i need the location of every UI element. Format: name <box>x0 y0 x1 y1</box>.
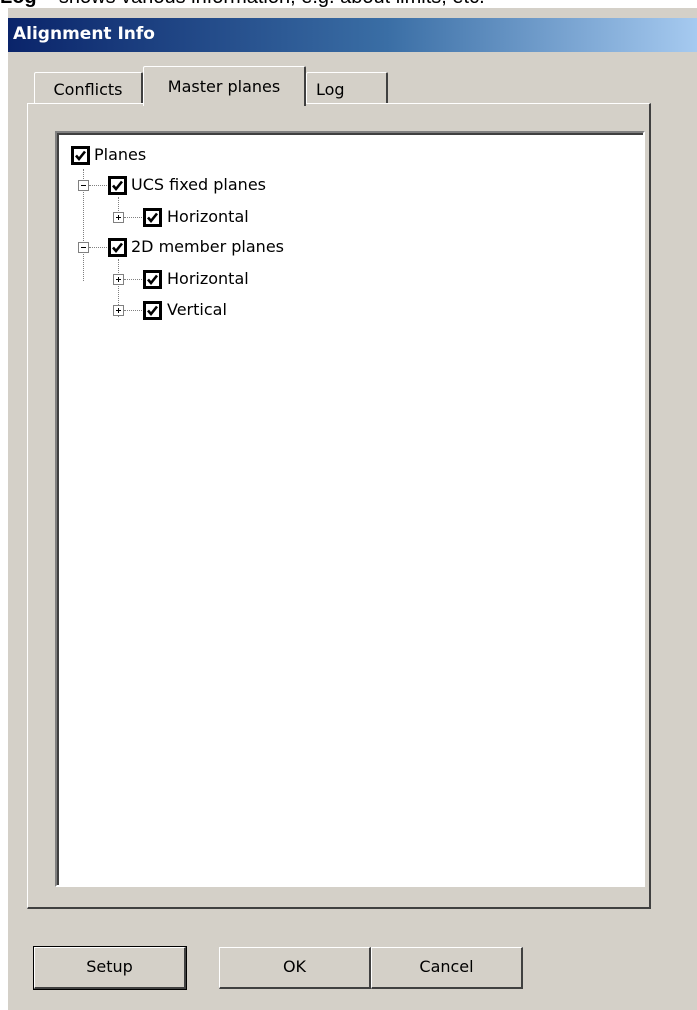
window-title: Alignment Info <box>13 24 155 44</box>
collapse-icon[interactable] <box>78 180 89 191</box>
planes-tree[interactable]: Planes UCS fixed planes Horizontal 2D me… <box>55 131 645 887</box>
planes-checkbox[interactable] <box>71 146 90 165</box>
tree-line <box>89 185 107 187</box>
collapse-icon[interactable] <box>78 242 89 253</box>
expand-icon[interactable] <box>113 212 124 223</box>
title-bar[interactable]: Alignment Info <box>8 18 697 52</box>
tab-conflicts-label: Conflicts <box>53 80 123 99</box>
tab-log[interactable]: Log <box>306 72 388 106</box>
tab-master-planes[interactable]: Master planes <box>143 66 306 106</box>
cancel-button[interactable]: Cancel <box>371 947 523 989</box>
tree-line <box>124 279 142 281</box>
tab-log-label: Log <box>316 80 345 99</box>
2d-horizontal-checkbox[interactable] <box>143 270 162 289</box>
ucs-fixed-planes-label: UCS fixed planes <box>131 175 266 194</box>
2d-vertical-label: Vertical <box>167 300 227 319</box>
expand-icon[interactable] <box>113 305 124 316</box>
2d-member-planes-label: 2D member planes <box>131 237 284 256</box>
page-caption: Log – shows various information, e.g. ab… <box>0 0 485 8</box>
ucs-fixed-planes-checkbox[interactable] <box>108 176 127 195</box>
ucs-horizontal-checkbox[interactable] <box>143 208 162 227</box>
caption-text: – shows various information, e.g. about … <box>37 0 484 8</box>
tab-master-planes-label: Master planes <box>167 77 281 96</box>
tab-conflicts[interactable]: Conflicts <box>34 72 143 106</box>
ucs-horizontal-label: Horizontal <box>167 207 249 226</box>
planes-label: Planes <box>94 145 147 164</box>
tree-line <box>124 217 142 219</box>
tree-line <box>124 310 142 312</box>
2d-horizontal-label: Horizontal <box>167 269 249 288</box>
tree-line <box>89 247 107 249</box>
2d-vertical-checkbox[interactable] <box>143 301 162 320</box>
expand-icon[interactable] <box>113 274 124 285</box>
2d-member-planes-checkbox[interactable] <box>108 238 127 257</box>
setup-button[interactable]: Setup <box>33 946 187 990</box>
ok-button[interactable]: OK <box>219 947 371 989</box>
caption-bold: Log <box>0 0 37 8</box>
